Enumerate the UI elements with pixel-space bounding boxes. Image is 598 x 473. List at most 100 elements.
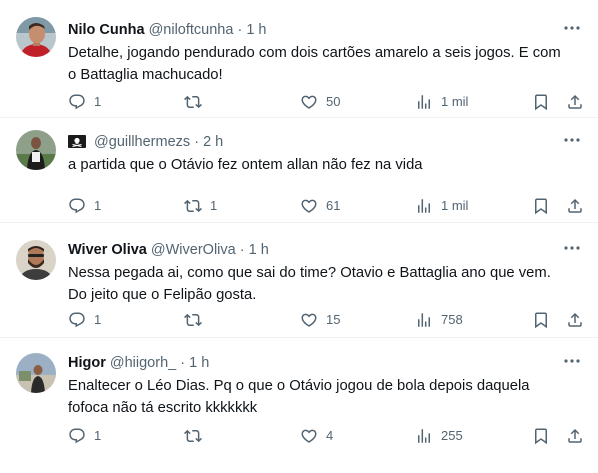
- retweet-icon: [184, 429, 202, 443]
- heart-icon: [301, 199, 317, 213]
- tweet-text: Detalhe, jogando pendurado com dois cart…: [68, 42, 582, 86]
- bookmark-button[interactable]: [532, 196, 550, 216]
- more-options-icon[interactable]: [562, 351, 582, 371]
- like-button[interactable]: 50: [300, 92, 340, 112]
- bookmark-button[interactable]: [532, 310, 550, 330]
- share-button[interactable]: [566, 310, 584, 330]
- views-button[interactable]: 758: [415, 310, 463, 330]
- share-icon: [568, 198, 582, 213]
- like-count: 4: [326, 428, 334, 443]
- reply-button[interactable]: 1: [68, 92, 101, 112]
- tweet-actions: 1 4 255: [68, 426, 584, 446]
- analytics-icon: [418, 199, 430, 213]
- user-handle[interactable]: @hiigorh_: [110, 355, 176, 371]
- separator-dot: ·: [237, 22, 243, 38]
- analytics-icon: [418, 313, 430, 327]
- retweet-icon: [184, 313, 202, 327]
- tweet-text-line: a partida que o Otávio fez ontem allan n…: [68, 157, 423, 173]
- bookmark-button[interactable]: [532, 92, 550, 112]
- tweet-text: Nessa pegada ai, como que sai do time? O…: [68, 262, 582, 306]
- more-options-icon[interactable]: [562, 238, 582, 258]
- user-handle[interactable]: @niloftcunha: [149, 22, 234, 38]
- tweet-header: Wiver Oliva @WiverOliva · 1 h: [68, 241, 550, 259]
- reply-count: 1: [94, 94, 102, 109]
- view-count: 1 mil: [441, 198, 469, 213]
- tweet-header: @guillhermezs · 2 h: [68, 133, 550, 151]
- tweet[interactable]: Wiver Oliva @WiverOliva · 1 h Nessa pega…: [0, 223, 598, 338]
- retweet-icon: [184, 95, 202, 109]
- reply-count: 1: [94, 428, 102, 443]
- tweet-text-line: o Battaglia machucado!: [68, 67, 223, 83]
- view-count: 1 mil: [441, 94, 469, 109]
- tweet-text-line: Enaltecer o Léo Dias. Pq o que o Otávio …: [68, 378, 530, 394]
- timestamp[interactable]: 1 h: [249, 242, 269, 258]
- like-count: 15: [326, 312, 341, 327]
- reply-icon: [69, 198, 85, 214]
- tweet[interactable]: Higor @hiigorh_ · 1 h Enaltecer o Léo Di…: [0, 338, 598, 473]
- retweet-button[interactable]: 1: [184, 196, 217, 216]
- tweet-text: a partida que o Otávio fez ontem allan n…: [68, 154, 582, 176]
- share-button[interactable]: [566, 196, 584, 216]
- retweet-button[interactable]: [184, 310, 210, 330]
- tweet-text-line: Do jeito que o Felipão gosta.: [68, 287, 257, 303]
- reply-count: 1: [94, 198, 102, 213]
- share-button[interactable]: [566, 92, 584, 112]
- user-handle[interactable]: @WiverOliva: [151, 242, 236, 258]
- tweet-text-line: fofoca não tá escrito kkkkkkk: [68, 400, 258, 416]
- heart-icon: [301, 95, 317, 109]
- bookmark-icon: [535, 428, 547, 445]
- views-button[interactable]: 255: [415, 426, 463, 446]
- avatar[interactable]: [16, 17, 56, 57]
- reply-button[interactable]: 1: [68, 310, 101, 330]
- retweet-button[interactable]: [184, 426, 210, 446]
- analytics-icon: [418, 95, 430, 109]
- like-button[interactable]: 4: [300, 426, 333, 446]
- tweet[interactable]: Nilo Cunha @niloftcunha · 1 h Detalhe, j…: [0, 0, 598, 118]
- like-button[interactable]: 61: [300, 196, 340, 216]
- timestamp[interactable]: 2 h: [203, 134, 223, 150]
- like-button[interactable]: 15: [300, 310, 340, 330]
- display-name[interactable]: Higor: [68, 355, 106, 371]
- display-name[interactable]: Nilo Cunha: [68, 22, 145, 38]
- share-icon: [568, 428, 582, 443]
- more-options-icon[interactable]: [562, 130, 582, 150]
- timestamp[interactable]: 1 h: [246, 22, 266, 38]
- reply-button[interactable]: 1: [68, 426, 101, 446]
- share-icon: [568, 94, 582, 109]
- retweet-button[interactable]: [184, 92, 210, 112]
- separator-dot: ·: [239, 242, 245, 258]
- bookmark-icon: [535, 312, 547, 329]
- reply-icon: [69, 312, 85, 328]
- view-count: 758: [441, 312, 463, 327]
- timestamp[interactable]: 1 h: [189, 355, 209, 371]
- retweet-icon: [184, 199, 202, 213]
- heart-icon: [301, 313, 317, 327]
- tweet-header: Nilo Cunha @niloftcunha · 1 h: [68, 21, 550, 39]
- views-button[interactable]: 1 mil: [415, 92, 468, 112]
- user-handle[interactable]: @guillhermezs: [94, 134, 190, 150]
- avatar[interactable]: [16, 240, 56, 280]
- bookmark-button[interactable]: [532, 426, 550, 446]
- display-name[interactable]: Wiver Oliva: [68, 242, 147, 258]
- more-options-icon[interactable]: [562, 18, 582, 38]
- tweet[interactable]: @guillhermezs · 2 h a partida que o Otáv…: [0, 118, 598, 223]
- share-button[interactable]: [566, 426, 584, 446]
- tweet-header: Higor @hiigorh_ · 1 h: [68, 354, 550, 372]
- bookmark-icon: [535, 94, 547, 111]
- retweet-count: 1: [210, 198, 218, 213]
- bookmark-icon: [535, 198, 547, 215]
- reply-button[interactable]: 1: [68, 196, 101, 216]
- separator-dot: ·: [180, 355, 186, 371]
- reply-icon: [69, 428, 85, 444]
- pirate-flag-icon: [68, 135, 86, 148]
- heart-icon: [301, 429, 317, 443]
- tweet-text: Enaltecer o Léo Dias. Pq o que o Otávio …: [68, 375, 582, 419]
- avatar[interactable]: [16, 130, 56, 170]
- analytics-icon: [418, 429, 430, 443]
- reply-feed: Nilo Cunha @niloftcunha · 1 h Detalhe, j…: [0, 0, 598, 473]
- like-count: 50: [326, 94, 341, 109]
- tweet-actions: 1 1 61 1 mil: [68, 196, 584, 216]
- avatar[interactable]: [16, 353, 56, 393]
- view-count: 255: [441, 428, 463, 443]
- views-button[interactable]: 1 mil: [415, 196, 468, 216]
